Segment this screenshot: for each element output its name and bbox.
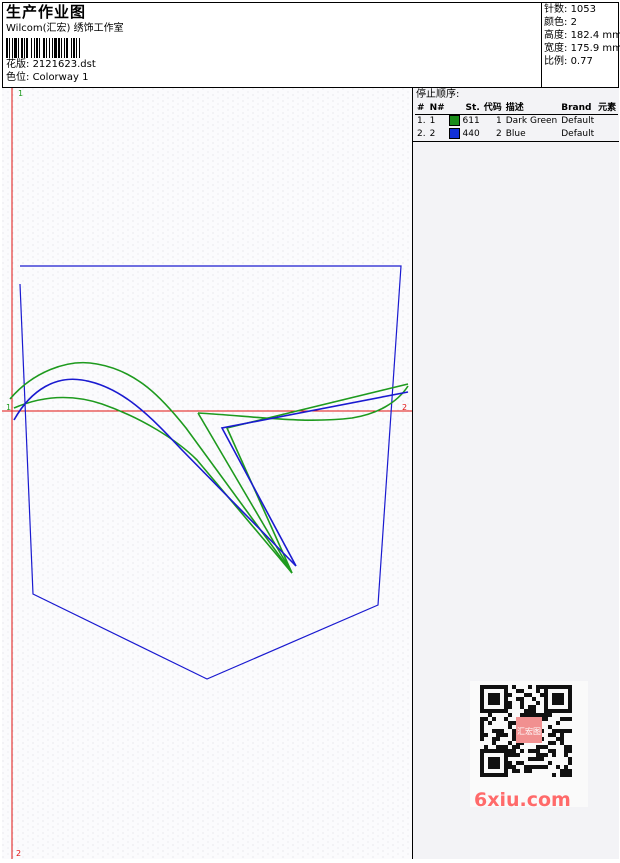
design-canvas: 1 1 2 2 [2, 88, 413, 859]
table-row: 1. 1 611 1 Dark Green Default [417, 115, 595, 126]
start-marker-left: 1 [6, 403, 11, 412]
end-marker-bottom: 2 [16, 849, 21, 858]
col-n: N# [427, 102, 447, 115]
colorway-label: 色位: [6, 72, 30, 83]
color-swatch [448, 115, 460, 126]
table-row: 2. 2 440 2 Blue Default [417, 128, 595, 139]
stat-colors: 颜色: 2 [544, 17, 577, 28]
design-value: 2121623.dst [32, 59, 96, 70]
header-left: 生产作业图 Wilcom(汇宏) 绣饰工作室 花版: 2121623.dst 色… [6, 4, 406, 84]
design-file: 花版: 2121623.dst [6, 58, 406, 71]
stop-sequence-title: 停止顺序: [416, 89, 460, 100]
panel-divider [413, 141, 619, 142]
end-marker-right: 2 [402, 403, 407, 412]
stat-width: 宽度: 175.9 mm [544, 43, 620, 54]
qr-badge-text: 汇宏图 [517, 726, 541, 736]
company-name: Wilcom(汇宏) 绣饰工作室 [6, 23, 124, 34]
qr-code-image: 汇宏图 [480, 685, 572, 777]
stats-box: 针数: 1053 颜色: 2 高度: 182.4 mm 宽度: 175.9 mm… [541, 3, 620, 87]
sheet-title: 生产作业图 [6, 3, 87, 21]
canvas-background [2, 88, 412, 859]
start-marker-top: 1 [18, 89, 23, 98]
table-header-row: # N# St. 代码 描述 Brand 元素 [415, 102, 619, 115]
col-element: 元素 [596, 102, 619, 115]
barcode-image [6, 38, 80, 58]
col-brand: Brand [559, 102, 597, 115]
col-st: St. [446, 102, 482, 115]
col-code: 代码 [481, 102, 504, 115]
col-desc: 描述 [503, 102, 560, 115]
stat-height: 高度: 182.4 mm [544, 30, 620, 41]
design-label: 花版: [6, 59, 30, 70]
colorway: 色位: Colorway 1 [6, 71, 406, 84]
col-index: # [415, 102, 428, 115]
site-watermark: 6xiu.com [474, 789, 571, 811]
stat-stitches: 针数: 1053 [544, 4, 597, 15]
colorway-value: Colorway 1 [32, 72, 89, 83]
color-swatch [448, 128, 460, 139]
embroidery-preview: 1 1 2 2 [2, 88, 412, 859]
stop-sequence-table: # N# St. 代码 描述 Brand 元素 1. 1 611 1 Dark … [415, 102, 619, 141]
stat-scale: 比例: 0.77 [544, 56, 593, 67]
